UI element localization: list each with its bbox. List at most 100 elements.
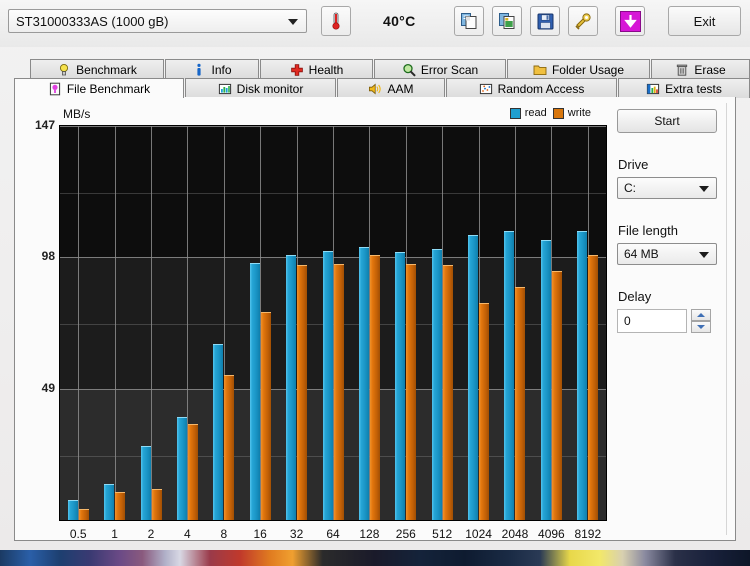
tab-random-access-label: Random Access <box>497 81 585 96</box>
chart-bar-read <box>141 446 151 520</box>
chart-legend: read write <box>509 107 591 119</box>
chart-gridline-v <box>151 126 152 520</box>
chart-bar-read <box>541 239 551 520</box>
tab-aam-label: AAM <box>387 81 414 96</box>
download-arrow-icon <box>619 10 641 32</box>
tab-health[interactable]: Health <box>260 59 373 79</box>
benchmark-chart: MB/s read write 147 98 49 0.5 1 2 4 8 16 32 64 128… <box>35 107 607 541</box>
chart-bar-read <box>250 262 260 520</box>
top-toolbar: ST31000333AS (1000 gB) 40°C Exit <box>0 0 750 47</box>
chart-icon <box>646 82 660 96</box>
tab-info[interactable]: Info <box>165 59 259 79</box>
chart-bar-read <box>286 254 296 520</box>
delay-input-value: 0 <box>624 314 631 328</box>
tab-row-secondary: File Benchmark Disk monitor AAM Random A… <box>14 78 750 98</box>
chart-bar-write <box>261 312 271 520</box>
chart-bar-write <box>188 423 198 520</box>
legend-swatch-read <box>509 107 521 119</box>
chevron-down-icon <box>699 186 709 192</box>
wrench-icon <box>574 12 592 30</box>
chart-bar-write <box>224 375 234 520</box>
tab-error-scan[interactable]: Error Scan <box>374 59 506 79</box>
temperature-button[interactable] <box>321 6 351 36</box>
delay-spin-buttons <box>691 309 711 333</box>
chart-bar-write <box>79 509 89 520</box>
chart-bar-read <box>104 483 114 520</box>
tab-aam[interactable]: AAM <box>337 78 445 98</box>
chevron-down-icon <box>697 325 705 329</box>
exit-button[interactable]: Exit <box>668 6 741 36</box>
copy-icon <box>460 12 478 30</box>
chevron-down-icon <box>699 252 709 258</box>
scatter-icon <box>479 82 493 96</box>
chart-y-tick-label: 147 <box>34 118 55 132</box>
desktop-taskbar[interactable] <box>0 550 750 566</box>
info-icon <box>192 63 206 77</box>
copy-button[interactable] <box>454 6 484 36</box>
delay-increment-button[interactable] <box>691 309 711 321</box>
bulb-icon <box>57 63 71 77</box>
delay-label: Delay <box>618 289 652 304</box>
file-length-dropdown-value: 64 MB <box>624 247 659 261</box>
tab-folder-usage[interactable]: Folder Usage <box>507 59 650 79</box>
chart-bar-read <box>359 246 369 520</box>
tab-extra-tests-label: Extra tests <box>665 81 722 96</box>
drive-select-dropdown[interactable]: ST31000333AS (1000 gB) <box>8 9 307 33</box>
chart-bar-write <box>588 254 598 520</box>
tab-erase[interactable]: Erase <box>651 59 750 79</box>
chevron-up-icon <box>697 313 705 317</box>
chart-bar-read <box>213 344 223 520</box>
chart-bar-write <box>370 254 380 520</box>
legend-swatch-write <box>552 107 564 119</box>
tab-disk-monitor[interactable]: Disk monitor <box>185 78 336 98</box>
tab-error-scan-label: Error Scan <box>420 62 479 77</box>
tab-random-access[interactable]: Random Access <box>446 78 617 98</box>
chart-bar-write <box>115 491 125 520</box>
tab-extra-tests[interactable]: Extra tests <box>618 78 750 98</box>
delay-stepper: 0 <box>617 309 725 333</box>
folder-icon <box>533 63 547 77</box>
start-button[interactable]: Start <box>617 109 717 133</box>
chart-bar-read <box>177 416 187 520</box>
file-benchmark-icon <box>48 82 62 96</box>
copy-image-icon <box>498 12 516 30</box>
chart-y-unit-label: MB/s <box>63 107 91 121</box>
legend-item-write: write <box>552 107 591 119</box>
trash-icon <box>675 63 689 77</box>
drive-label: Drive <box>618 157 649 172</box>
copy-image-button[interactable] <box>492 6 522 36</box>
chart-bar-write <box>334 264 344 520</box>
chart-bar-read <box>432 249 442 520</box>
chart-bar-read <box>577 230 587 520</box>
tab-erase-label: Erase <box>694 62 726 77</box>
speaker-icon <box>368 82 382 96</box>
legend-label-write: write <box>567 107 591 119</box>
file-length-dropdown[interactable]: 64 MB <box>617 243 717 265</box>
delay-input[interactable]: 0 <box>617 309 687 333</box>
tab-benchmark[interactable]: Benchmark <box>30 59 164 79</box>
file-length-label: File length <box>618 223 678 238</box>
chart-bar-write <box>297 265 307 520</box>
temperature-value: 40°C <box>383 13 416 29</box>
chart-y-tick-label: 49 <box>41 380 55 395</box>
tools-button[interactable] <box>568 6 598 36</box>
panel-divider <box>726 103 727 535</box>
chart-bar-read <box>395 251 405 520</box>
drive-dropdown[interactable]: C: <box>617 177 717 199</box>
chart-bar-read <box>323 250 333 520</box>
chart-bar-write <box>443 265 453 520</box>
tab-file-benchmark[interactable]: File Benchmark <box>14 78 184 98</box>
download-button[interactable] <box>615 6 645 36</box>
thermometer-icon <box>329 12 343 30</box>
save-button[interactable] <box>530 6 560 36</box>
tab-file-benchmark-label: File Benchmark <box>66 81 151 96</box>
legend-item-read: read <box>509 107 547 119</box>
chart-x-tick-label: 8192 <box>574 527 602 541</box>
chart-y-tick-label: 98 <box>41 249 55 264</box>
chart-bar-write <box>152 489 162 520</box>
tab-health-label: Health <box>308 62 344 77</box>
start-button-label: Start <box>654 114 680 128</box>
legend-label-read: read <box>524 107 547 119</box>
delay-decrement-button[interactable] <box>691 321 711 333</box>
exit-button-label: Exit <box>693 13 716 29</box>
